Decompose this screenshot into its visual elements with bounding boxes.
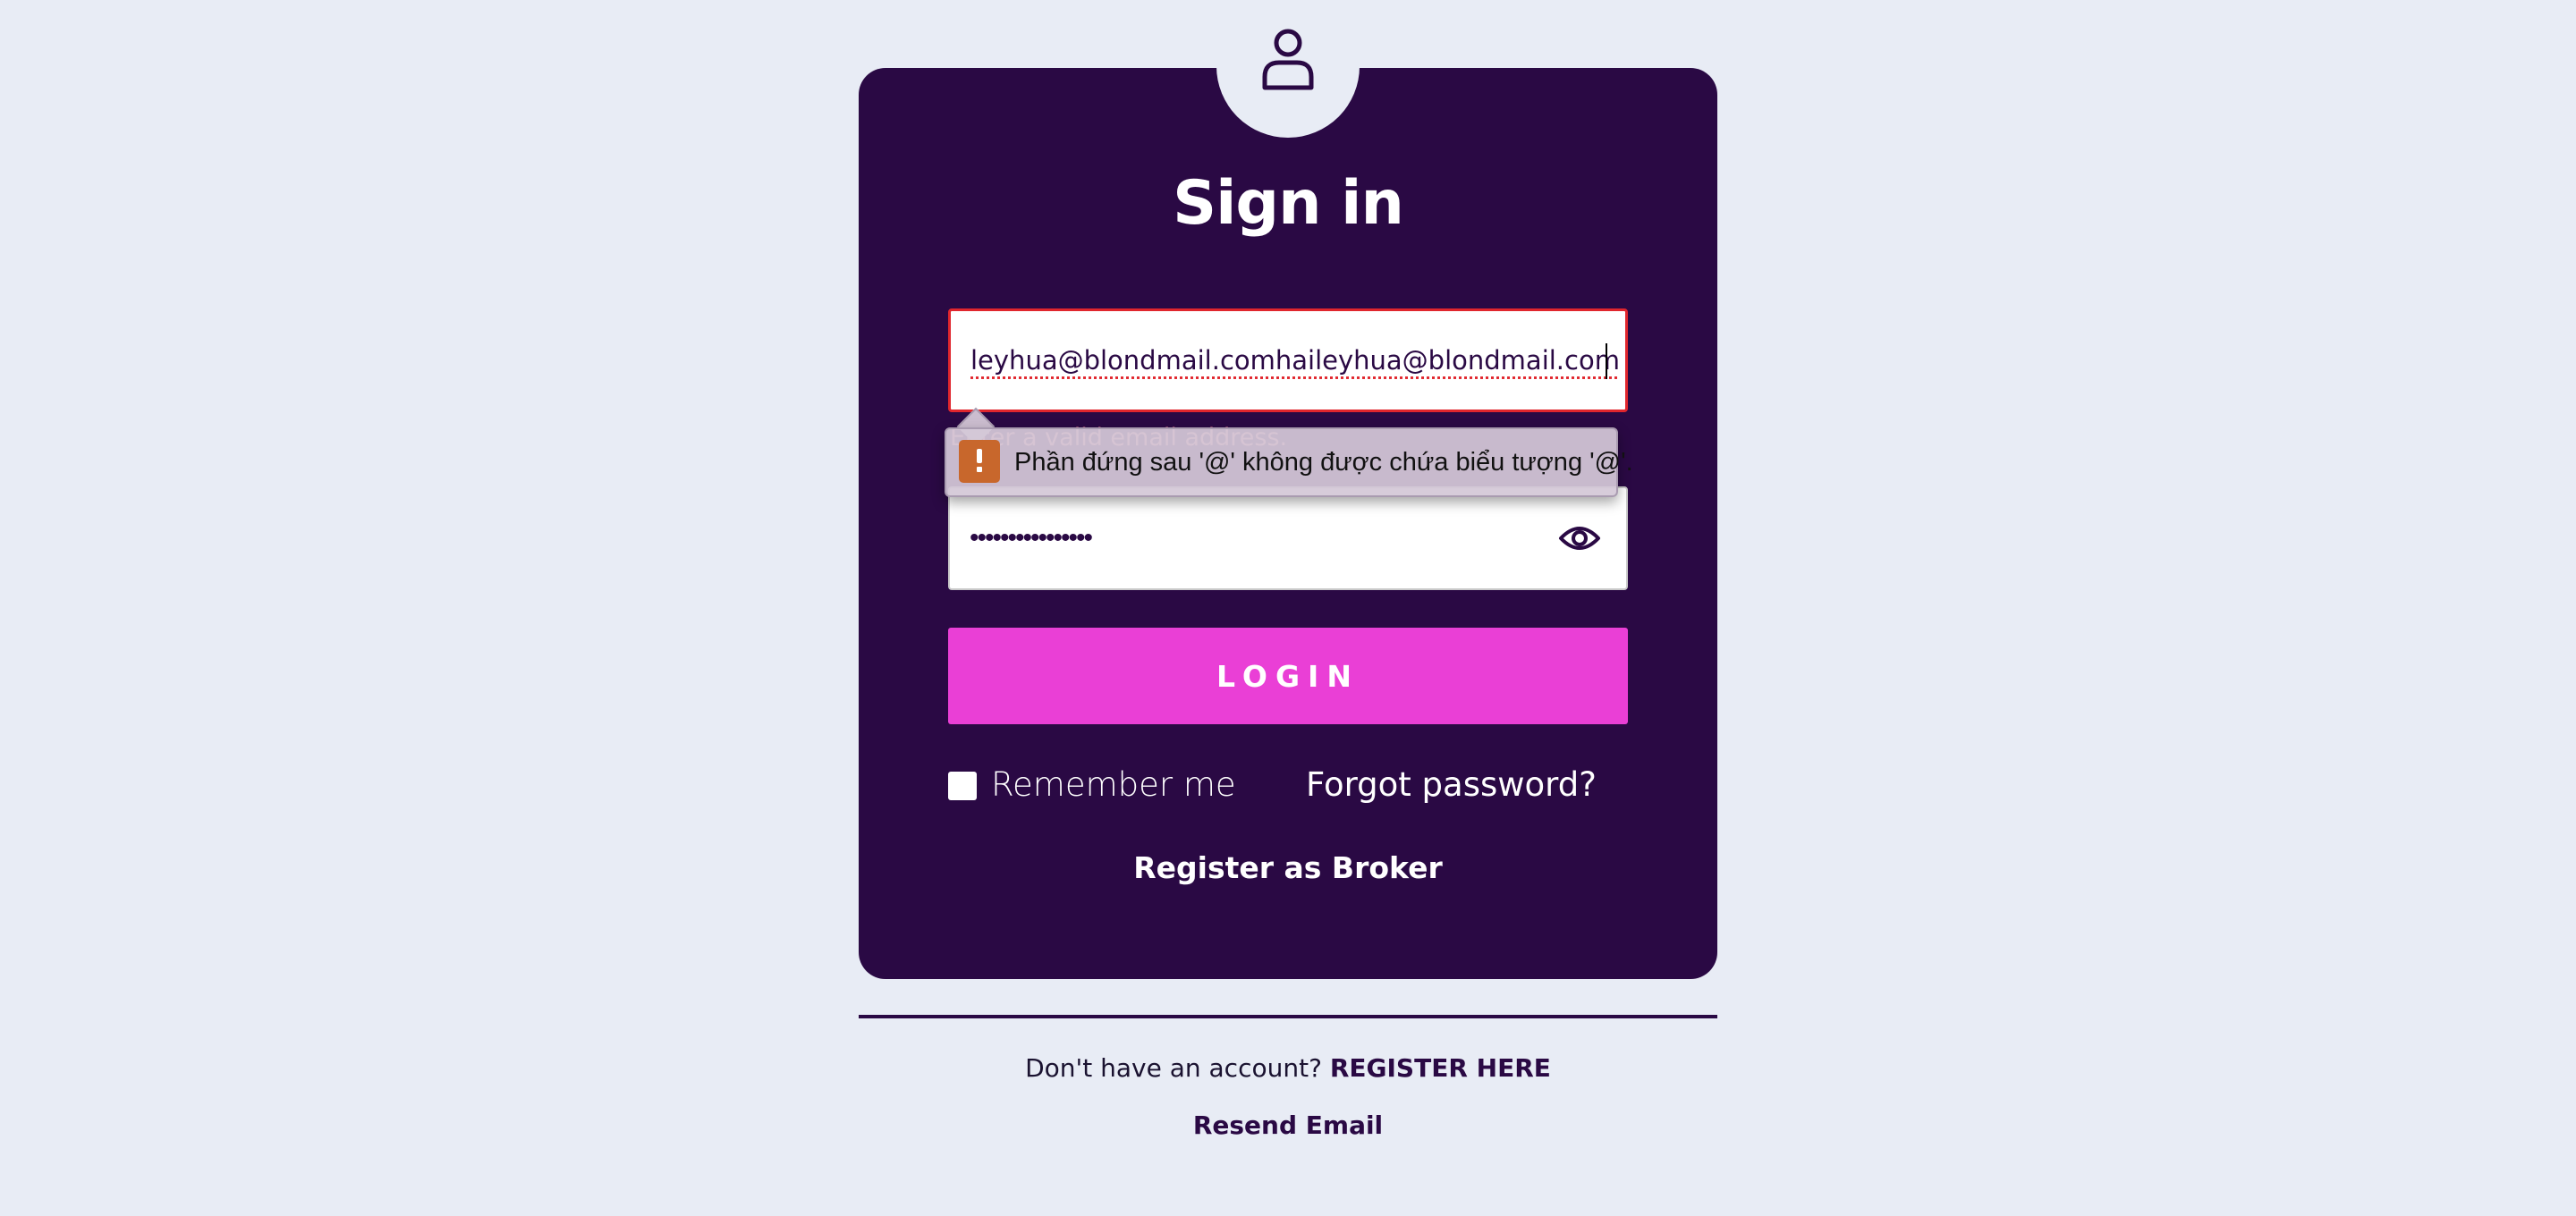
tooltip-message: Phần đứng sau '@' không được chứa biểu t… xyxy=(1014,448,1633,477)
resend-email-link[interactable]: Resend Email xyxy=(859,1107,1717,1144)
divider xyxy=(859,1015,1717,1018)
register-here-link[interactable]: REGISTER HERE xyxy=(1330,1053,1551,1083)
eye-icon[interactable] xyxy=(1558,520,1601,556)
remember-me-label[interactable]: Remember me xyxy=(991,762,1236,808)
email-field[interactable]: leyhua@blondmail.comhaileyhua@blondmail.… xyxy=(948,308,1628,412)
password-field[interactable]: •••••••••••••••• xyxy=(948,486,1628,590)
register-prompt: Don't have an account? REGISTER HERE xyxy=(859,1050,1717,1087)
email-input-value: leyhua@blondmail.comhaileyhua@blondmail.… xyxy=(970,345,1620,376)
page-title: Sign in xyxy=(1173,168,1404,239)
forgot-password-link[interactable]: Forgot password? xyxy=(1306,762,1597,808)
no-account-text: Don't have an account? xyxy=(1025,1053,1322,1083)
validation-tooltip: Phần đứng sau '@' không được chứa biểu t… xyxy=(945,427,1633,497)
password-input-value: •••••••••••••••• xyxy=(970,523,1093,553)
text-caret xyxy=(1606,343,1607,379)
warning-icon xyxy=(959,440,1000,483)
register-broker-link[interactable]: Register as Broker xyxy=(859,848,1717,889)
login-button[interactable]: LOGIN xyxy=(948,628,1628,724)
remember-me-checkbox[interactable] xyxy=(948,772,977,800)
user-icon xyxy=(1262,29,1314,90)
